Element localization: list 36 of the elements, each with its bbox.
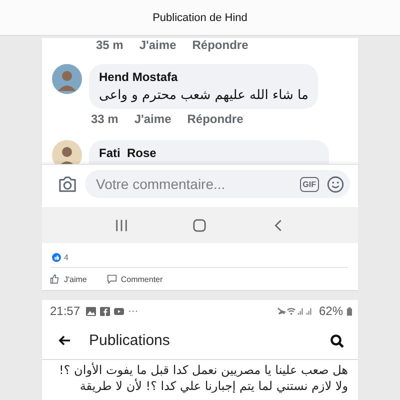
page-title: Publication de Hind: [152, 12, 248, 24]
reply-link[interactable]: Répondre: [192, 38, 248, 52]
facebook-icon: [100, 306, 110, 316]
comment-author[interactable]: Fati Rose: [99, 146, 319, 160]
more-indicator: ···: [128, 306, 138, 316]
gif-button[interactable]: GIF: [300, 176, 319, 192]
thumbs-up-icon: [50, 274, 60, 284]
post-text: هل صعب علينا يا مصريين نعمل كدا قبل ما يفوت الأوان ؟!: [59, 363, 348, 377]
post-text: ولا لازم نستني لما يتم إجبارنا علي كدا ؟! لأن لا طريقة: [80, 379, 348, 393]
like-button[interactable]: J'aime: [50, 274, 87, 284]
image-icon: [86, 306, 96, 316]
recent-apps-icon[interactable]: [114, 218, 128, 232]
speech-bubble-icon: [106, 274, 117, 284]
like-reaction-icon: [52, 253, 61, 262]
avatar-icon: [52, 64, 82, 94]
search-icon[interactable]: [330, 334, 344, 348]
screen-title: Publications: [89, 332, 170, 349]
like-link[interactable]: J'aime: [139, 38, 176, 52]
like-link[interactable]: J'aime: [134, 112, 172, 126]
comment-time: 35 m: [96, 38, 124, 52]
comment-text: ما شاء الله عليهم شعب محترم و واعى: [99, 88, 308, 103]
battery-icon: [347, 306, 352, 316]
comment-button[interactable]: Commenter: [106, 274, 163, 284]
camera-icon[interactable]: [58, 176, 77, 192]
smiley-icon[interactable]: [327, 176, 344, 192]
battery-level: 62%: [318, 304, 343, 318]
comment-time: 33 m: [91, 112, 118, 126]
avatar-icon: [52, 140, 82, 164]
status-time: 21:57: [50, 304, 80, 318]
comment-field[interactable]: Votre commentaire... GIF: [85, 170, 350, 198]
comment-author[interactable]: Hend Mostafa: [99, 70, 308, 84]
back-arrow-icon[interactable]: [58, 335, 71, 346]
video-icon: [114, 306, 124, 316]
reaction-count[interactable]: 4: [64, 253, 68, 262]
reply-link[interactable]: Répondre: [187, 112, 244, 126]
home-icon[interactable]: [193, 218, 206, 232]
